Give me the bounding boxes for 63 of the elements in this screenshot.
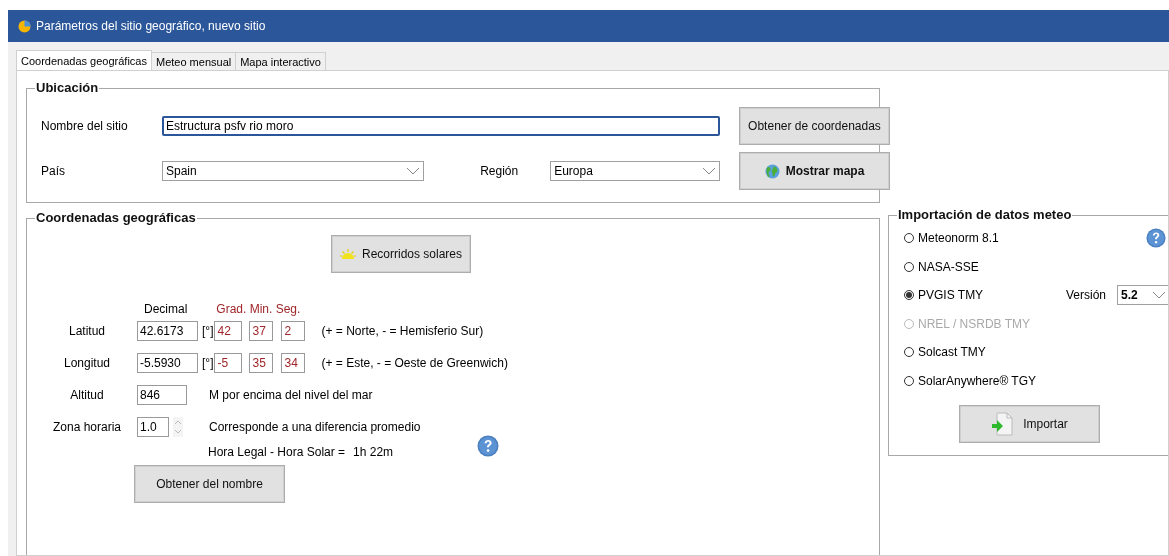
field-label: Altitud	[69, 388, 105, 402]
field-label: Latitud	[68, 324, 106, 338]
spinner-arrows-icon	[173, 417, 183, 437]
radio-button[interactable]	[904, 375, 914, 386]
country-dropdown[interactable]: Spain	[162, 161, 425, 181]
region-dropdown[interactable]: Europa	[550, 161, 720, 181]
tab[interactable]: Coordenadas geográficas	[16, 50, 152, 70]
column-header: Grad. Min. Seg.	[216, 302, 301, 316]
group-title: Importación de datos meteo	[897, 207, 1073, 223]
radio-label: NASA-SSE	[918, 259, 979, 274]
show-map-button[interactable]: Mostrar mapa	[739, 152, 890, 190]
field-label: Zona horaria	[51, 420, 122, 434]
degrees-field[interactable]: 42	[214, 321, 243, 341]
radio-button[interactable]	[904, 347, 914, 358]
altitude-field[interactable]: 846	[137, 385, 187, 405]
decimal-field[interactable]: -5.5930	[137, 353, 198, 373]
difference-label: Hora Legal - Hora Solar =	[208, 445, 346, 459]
radio-label: SolarAnywhere® TGY	[918, 373, 1036, 388]
sun-icon	[339, 249, 356, 259]
unit-label: [°]	[202, 324, 214, 338]
difference-value: 1h 22m	[353, 445, 394, 459]
minutes-field[interactable]: 35	[249, 353, 274, 373]
field-label: Región	[480, 164, 519, 178]
field-label: País	[41, 164, 66, 178]
help-icon[interactable]	[477, 435, 500, 457]
get-from-name-button[interactable]: Obtener del nombre	[134, 465, 285, 503]
radio-label: NREL / NSRDB TMY	[918, 316, 1031, 331]
version-dropdown[interactable]: 5.2	[1117, 285, 1168, 306]
radio-button[interactable]	[904, 290, 914, 301]
site-name-field[interactable]: Estructura psfv rio moro	[162, 116, 720, 136]
help-icon[interactable]	[1146, 228, 1166, 248]
group-title: Coordenadas geográficas	[35, 210, 197, 226]
field-label: Versión	[1066, 288, 1107, 303]
decimal-field[interactable]: 42.6173	[137, 321, 198, 341]
radio-label: Meteonorm 8.1	[918, 231, 999, 246]
dropdown-caret-icon	[406, 167, 421, 175]
hint-text: M por encima del nivel del mar	[209, 388, 373, 402]
radio-label: Solcast TMY	[918, 345, 986, 360]
hint-text: (+ = Este, - = Oeste de Greenwich)	[321, 356, 508, 370]
globe-icon	[764, 163, 780, 179]
minutes-field[interactable]: 37	[249, 321, 274, 341]
column-header: Decimal	[144, 302, 188, 316]
hint-text: Corresponde a una diferencia promedio	[209, 420, 421, 434]
unit-label: [°]	[202, 356, 214, 370]
seconds-field[interactable]: 34	[281, 353, 306, 373]
tab[interactable]: Mapa interactivo	[235, 52, 326, 70]
document-arrow-icon	[991, 412, 1014, 436]
field-label: Nombre del sitio	[41, 119, 129, 133]
app-icon	[18, 19, 31, 33]
solar-paths-button[interactable]: Recorridos solares	[331, 235, 471, 273]
coordinates-button[interactable]: Obtener de coordenadas	[739, 107, 890, 145]
field-label: Longitud	[62, 356, 111, 370]
dropdown-caret-icon	[1152, 291, 1166, 300]
dropdown-caret-icon	[702, 167, 716, 175]
import-button[interactable]: Importar	[959, 405, 1100, 443]
hint-text: (+ = Norte, - = Hemisferio Sur)	[321, 324, 484, 338]
timezone-field[interactable]: 1.0	[137, 417, 169, 437]
degrees-field[interactable]: -5	[214, 353, 243, 373]
window-title: Parámetros del sitio geográfico, nuevo sitio	[36, 19, 266, 33]
radio-label: PVGIS TMY	[918, 288, 984, 303]
seconds-field[interactable]: 2	[281, 321, 306, 341]
radio-button[interactable]	[904, 261, 914, 272]
radio-button[interactable]	[904, 233, 914, 244]
